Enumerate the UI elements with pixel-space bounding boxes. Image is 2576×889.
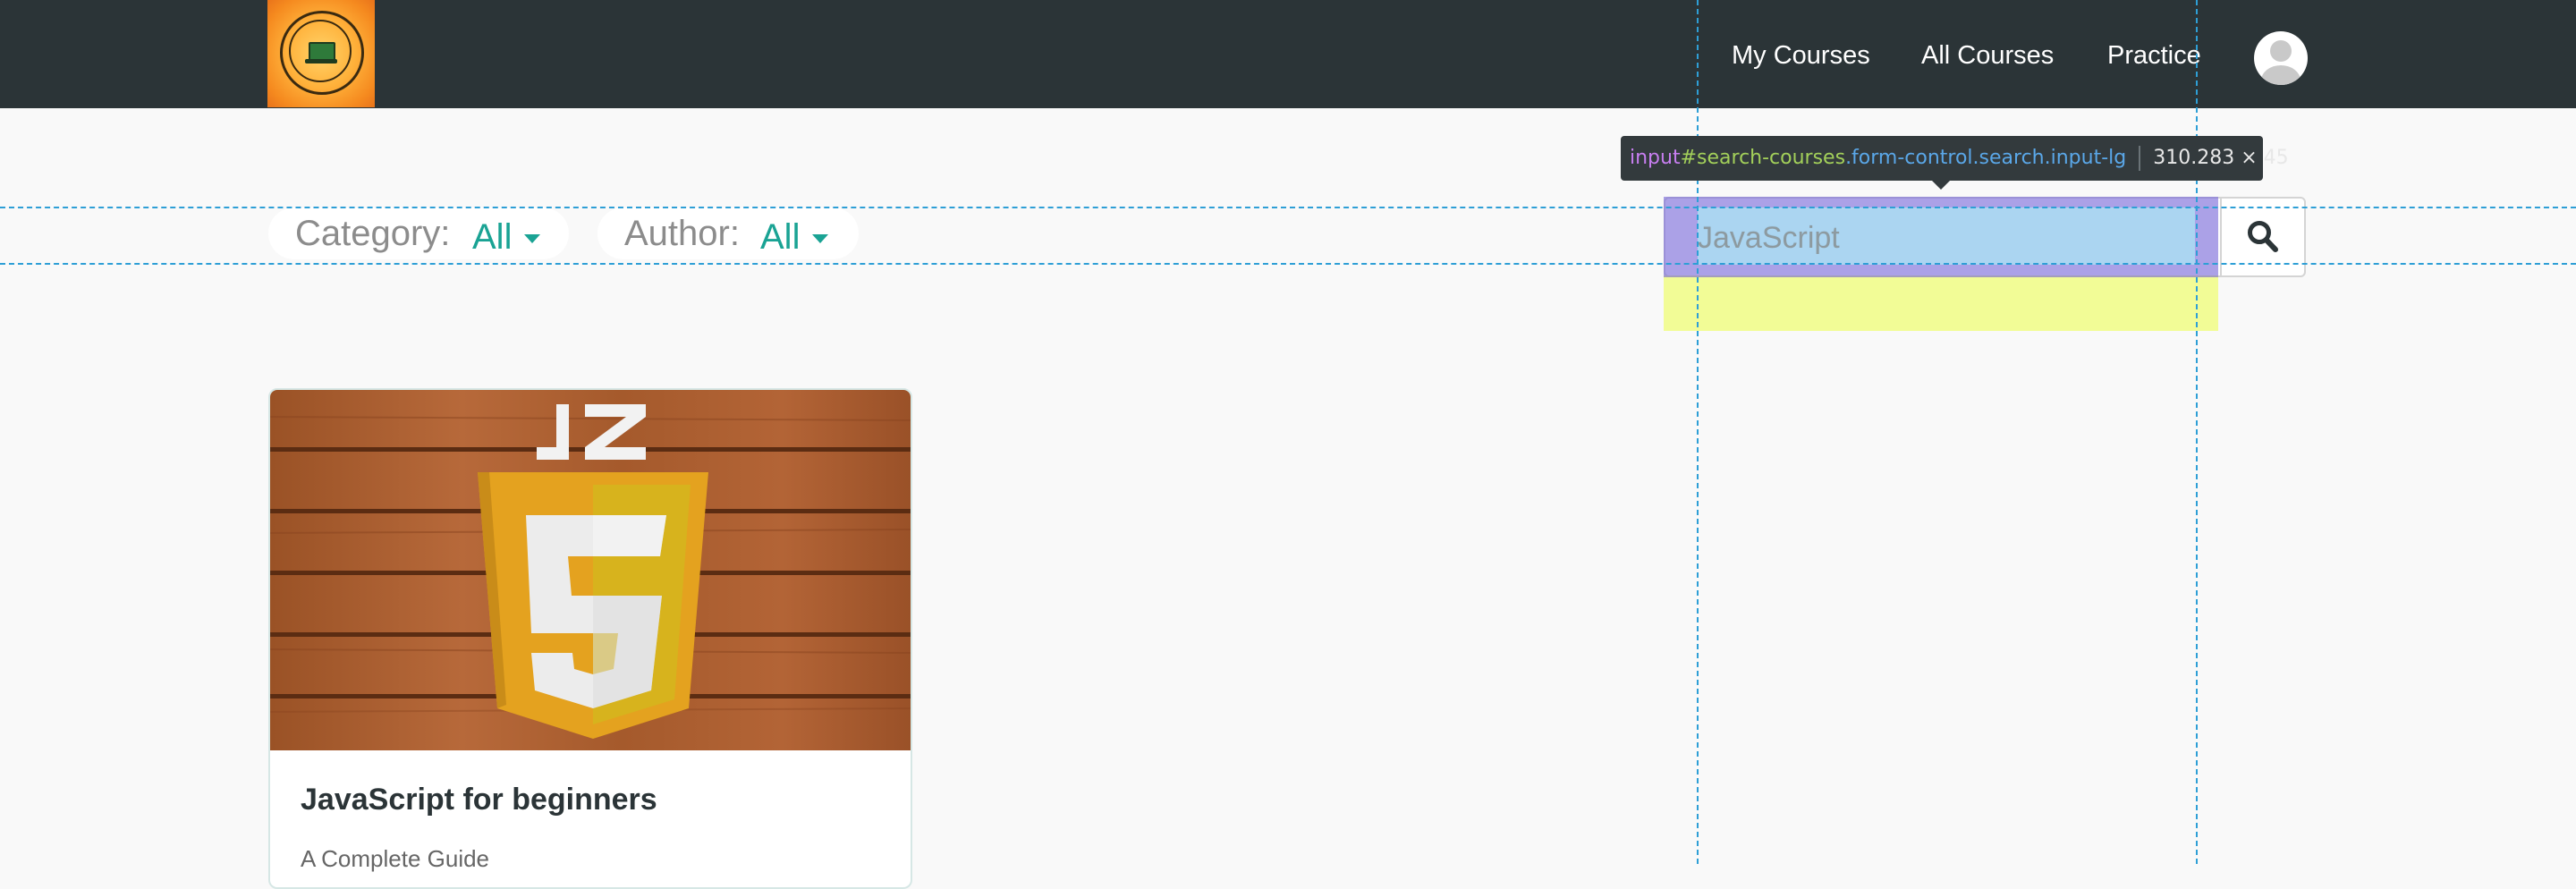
course-subtitle: A Complete Guide: [301, 845, 490, 872]
laptop-icon: [309, 42, 335, 61]
laptop-base-icon: [305, 59, 337, 64]
devtools-guide-line: [1697, 0, 1699, 864]
tooltip-dimensions: 310.283 × 45: [2153, 147, 2289, 169]
author-filter-label: Author:: [624, 214, 740, 253]
course-card[interactable]: JavaScript for beginners A Complete Guid…: [268, 388, 912, 889]
nav-all-courses-link[interactable]: All Courses: [1921, 39, 2054, 72]
tooltip-id: #search-courses: [1680, 147, 1846, 169]
avatar-head-shape: [2270, 40, 2292, 62]
course-thumbnail[interactable]: [270, 390, 911, 750]
javascript-logo-icon: [270, 404, 911, 739]
tooltip-separator: [2139, 146, 2141, 171]
devtools-margin-highlight: [1664, 275, 2218, 331]
search-input-placeholder-text: JavaScript: [1698, 221, 1840, 255]
user-avatar[interactable]: [2254, 31, 2308, 85]
search-icon: [2248, 221, 2278, 252]
tooltip-classes: .form-control.search.input-lg: [1845, 147, 2127, 169]
tooltip-tag: input: [1630, 147, 1681, 169]
avatar-body-shape: [2261, 65, 2301, 85]
top-navbar: My Courses All Courses Practice: [0, 0, 2576, 108]
devtools-guide-line: [0, 207, 2576, 208]
caret-down-icon[interactable]: [812, 234, 828, 243]
devtools-guide-line: [0, 263, 2576, 265]
devtools-element-tooltip: input#search-courses.form-control.search…: [1621, 136, 2289, 181]
category-filter-label: Category:: [295, 214, 451, 253]
author-filter-dropdown[interactable]: Author: All: [597, 207, 859, 259]
category-filter-dropdown[interactable]: Category: All: [268, 207, 569, 259]
devtools-guide-line: [2196, 0, 2198, 864]
tooltip-arrow: [1930, 179, 1952, 190]
nav-my-courses-link[interactable]: My Courses: [1732, 39, 1870, 72]
course-title[interactable]: JavaScript for beginners: [301, 782, 657, 817]
caret-down-icon[interactable]: [524, 234, 540, 243]
nav-practice-link[interactable]: Practice: [2107, 39, 2201, 72]
category-filter-value[interactable]: All: [472, 216, 512, 258]
author-filter-value[interactable]: All: [760, 216, 800, 258]
school-logo[interactable]: [267, 0, 375, 107]
